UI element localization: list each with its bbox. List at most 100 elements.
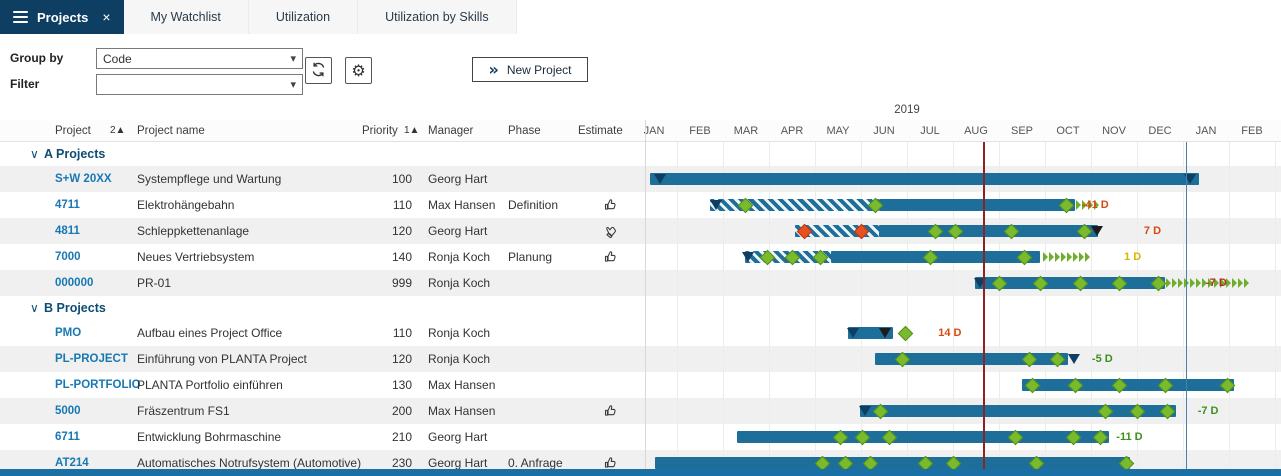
project-name: Entwicklung Bohrmaschine xyxy=(137,424,281,450)
project-name: Systempflege und Wartung xyxy=(137,166,281,192)
phase-value: Planung xyxy=(508,244,552,270)
priority-value: 120 xyxy=(352,346,412,372)
duration-label: 7 D xyxy=(1144,218,1161,244)
project-name: Aufbau eines Project Office xyxy=(137,320,282,346)
new-project-button[interactable]: » New Project xyxy=(472,57,588,82)
date-marker-triangle xyxy=(859,406,871,416)
project-row[interactable]: 7 D4811Schleppkettenanlage120Georg Hart xyxy=(0,218,1281,244)
planta-project-app: Projects × My Watchlist Utilization Util… xyxy=(0,0,1281,476)
month-label: SEP xyxy=(999,120,1045,142)
project-code-link[interactable]: S+W 20XX xyxy=(55,166,112,192)
group-header-row[interactable]: ∨B Projects xyxy=(0,296,1281,320)
project-code-link[interactable]: PL-PORTFOLIO xyxy=(55,372,141,398)
duration-label: -41 D xyxy=(1082,192,1109,218)
project-table-rows: ∨A ProjectsS+W 20XX Systempflege und Wart… xyxy=(0,142,1281,476)
month-scale: JANFEBMARAPRMAYJUNJULAUGSEPOCTNOVDECJANF… xyxy=(0,120,1281,142)
date-marker-triangle xyxy=(742,252,754,262)
date-marker-triangle xyxy=(879,328,891,338)
thumbs-up-icon[interactable] xyxy=(578,398,644,424)
project-row[interactable]: -41 D4711Elektrohängebahn110Max HansenDe… xyxy=(0,192,1281,218)
date-marker-triangle xyxy=(710,200,722,210)
buffer-arrows xyxy=(1043,252,1090,262)
duration-label: -11 D xyxy=(1116,424,1142,450)
duration-label: -7 D xyxy=(1198,398,1219,424)
project-code-link[interactable]: 5000 xyxy=(55,398,81,424)
manager-name: Georg Hart xyxy=(428,424,487,450)
filter-select[interactable]: ▾ xyxy=(96,74,303,95)
menu-icon[interactable] xyxy=(13,11,28,23)
gantt-bar[interactable] xyxy=(1022,379,1234,391)
month-label: FEB xyxy=(1229,120,1275,142)
project-row[interactable]: PL-PORTFOLIOPLANTA Portfolio einführen 13… xyxy=(0,372,1281,398)
timescale-year: 2019 xyxy=(857,104,957,116)
gantt-bar[interactable] xyxy=(710,199,879,211)
thumbs-up-icon[interactable] xyxy=(578,192,644,218)
tab-my-watchlist[interactable]: My Watchlist xyxy=(124,0,249,34)
month-label: OCT xyxy=(1045,120,1091,142)
tab-projects-label: Projects xyxy=(37,10,88,25)
project-code-link[interactable]: 4811 xyxy=(55,218,80,244)
project-code-link[interactable]: 7000 xyxy=(55,244,81,270)
project-row[interactable]: -11 D6711Entwicklung Bohrmaschine210Geor… xyxy=(0,424,1281,450)
group-by-value: Code xyxy=(103,52,132,66)
month-label: JUL xyxy=(907,120,953,142)
project-name: Einführung von PLANTA Project xyxy=(137,346,307,372)
thumbs-up-icon[interactable] xyxy=(578,244,644,270)
project-name: Fräszentrum FS1 xyxy=(137,398,230,424)
project-name: Schleppkettenanlage xyxy=(137,218,249,244)
duration-label: -5 D xyxy=(1092,346,1113,372)
tab-utilization[interactable]: Utilization xyxy=(249,0,358,34)
gantt-bar[interactable] xyxy=(879,199,1075,211)
project-row[interactable]: -5 D PL-PROJECT Einführung von PLANTA Proj… xyxy=(0,346,1281,372)
priority-value: 130 xyxy=(352,372,412,398)
priority-value: 200 xyxy=(352,398,412,424)
panel-divider[interactable] xyxy=(645,120,646,476)
gantt-bar[interactable] xyxy=(879,225,1098,237)
tab-utilization-by-skills-label: Utilization by Skills xyxy=(385,10,489,24)
project-row[interactable]: -7 D 000000 PR-01 999 Ronja Koch xyxy=(0,270,1281,296)
project-code-link[interactable]: 000000 xyxy=(55,270,93,296)
project-code-link[interactable]: 4711 xyxy=(55,192,80,218)
month-label: JAN xyxy=(1183,120,1229,142)
project-row[interactable]: -7 D5000Fräszentrum FS1200Max Hansen xyxy=(0,398,1281,424)
project-row[interactable]: 14 DPMOAufbau eines Project Office110Ron… xyxy=(0,320,1281,346)
group-header-row[interactable]: ∨A Projects xyxy=(0,142,1281,166)
settings-button[interactable]: ⚙ xyxy=(345,57,372,84)
refresh-icon xyxy=(310,61,327,81)
gantt-bar[interactable] xyxy=(737,431,1110,443)
group-by-select[interactable]: Code ▾ xyxy=(96,48,303,69)
toolbar: Group by Code ▾ Filter ▾ ⚙ » New xyxy=(0,34,1281,120)
priority-value: 999 xyxy=(352,270,412,296)
month-label: APR xyxy=(769,120,815,142)
project-row[interactable]: 1 D7000Neues Vertriebsystem140Ronja Koch… xyxy=(0,244,1281,270)
date-marker-triangle xyxy=(1091,226,1103,236)
gantt-bar[interactable] xyxy=(650,173,1199,185)
project-name: PR-01 xyxy=(137,270,171,296)
tab-projects[interactable]: Projects × xyxy=(0,0,124,34)
project-code-link[interactable]: 6711 xyxy=(55,424,80,450)
milestone-diamond[interactable] xyxy=(897,326,913,342)
hand-icon[interactable] xyxy=(578,218,644,244)
month-label: NOV xyxy=(1091,120,1137,142)
close-icon[interactable]: × xyxy=(102,9,110,25)
project-code-link[interactable]: PMO xyxy=(55,320,81,346)
tab-utilization-by-skills[interactable]: Utilization by Skills xyxy=(358,0,517,34)
refresh-button[interactable] xyxy=(305,57,332,84)
collapse-chevron-icon[interactable]: ∨ xyxy=(30,296,39,320)
gantt-bar[interactable] xyxy=(655,457,1130,469)
project-name: PLANTA Portfolio einführen xyxy=(137,372,283,398)
tab-my-watchlist-label: My Watchlist xyxy=(151,10,221,24)
month-label: JAN xyxy=(631,120,677,142)
month-label: MAR xyxy=(723,120,769,142)
manager-name: Georg Hart xyxy=(428,166,487,192)
manager-name: Ronja Koch xyxy=(428,270,490,296)
project-row[interactable]: S+W 20XXSystempflege und Wartung100Georg… xyxy=(0,166,1281,192)
project-code-link[interactable]: PL-PROJECT xyxy=(55,346,128,372)
collapse-chevron-icon[interactable]: ∨ xyxy=(30,142,39,166)
project-name: Neues Vertriebsystem xyxy=(137,244,254,270)
date-marker-triangle xyxy=(1068,354,1080,364)
duration-label: -7 D xyxy=(1206,270,1227,296)
deadline-line xyxy=(1186,142,1187,476)
duration-label: 1 D xyxy=(1124,244,1141,270)
month-label: JUN xyxy=(861,120,907,142)
